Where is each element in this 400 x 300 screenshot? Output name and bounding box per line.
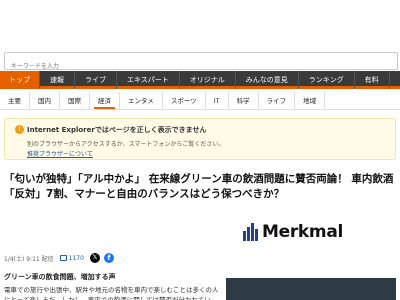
category-life[interactable]: ライフ bbox=[259, 92, 296, 109]
comment-count: 1170 bbox=[68, 254, 84, 262]
logo-mark bbox=[243, 223, 259, 241]
main-nav: トップ 速報 ライブ エキスパート オリジナル みんなの意見 ランキング 有料 bbox=[0, 71, 400, 89]
tab-top[interactable]: トップ bbox=[0, 71, 40, 89]
header-bar bbox=[0, 0, 400, 46]
ie-warning-text: 別のブラウザーからアクセスするか、スマートフォンからご覧ください。 bbox=[27, 141, 225, 148]
tab-breaking[interactable]: 速報 bbox=[40, 71, 75, 89]
category-sports[interactable]: スポーツ bbox=[163, 92, 206, 109]
ie-warning-banner: ! Internet Explorerではページを正しく表示できません 別のブラ… bbox=[4, 118, 396, 160]
category-nav: 主要 国内 国際 経済 エンタメ スポーツ IT 科学 ライフ 地域 bbox=[0, 92, 400, 110]
category-entertainment[interactable]: エンタメ bbox=[120, 92, 163, 109]
article-meta: 1/4(土) 9:11 配信 1170 𝕏 f bbox=[4, 252, 114, 264]
comment-icon bbox=[59, 255, 67, 261]
logo-text: Merkmal bbox=[262, 222, 344, 242]
section-heading: グリーン車の飲食問題、増加する声 bbox=[4, 273, 116, 281]
tab-live[interactable]: ライブ bbox=[75, 71, 117, 89]
category-science[interactable]: 科学 bbox=[229, 92, 259, 109]
tab-paid[interactable]: 有料 bbox=[355, 71, 390, 89]
warning-icon: ! bbox=[15, 125, 24, 134]
x-share-icon[interactable]: 𝕏 bbox=[89, 253, 100, 263]
category-it[interactable]: IT bbox=[206, 92, 229, 109]
tab-original[interactable]: オリジナル bbox=[180, 71, 236, 89]
tab-opinions[interactable]: みんなの意見 bbox=[236, 71, 299, 89]
ie-warning-title: Internet Explorerではページを正しく表示できません bbox=[27, 126, 207, 134]
article-photo bbox=[226, 278, 396, 300]
publish-date: 1/4(土) 9:11 配信 bbox=[4, 255, 54, 263]
category-world[interactable]: 国際 bbox=[60, 92, 90, 109]
facebook-share-icon[interactable]: f bbox=[103, 253, 114, 263]
tab-ranking[interactable]: ランキング bbox=[299, 71, 355, 89]
search-box[interactable] bbox=[4, 52, 398, 75]
article-headline: 「匂いが独特」「アル中かよ」 在来線グリーン車の飲酒問題に賛否両論！ 車内飲酒「… bbox=[4, 173, 394, 200]
category-main[interactable]: 主要 bbox=[0, 92, 30, 109]
article-body: 電車での旅行や出張中、駅弁や地元の名物を車内で楽しむことは多くの人にとって楽しみ… bbox=[4, 286, 219, 300]
comments-link[interactable]: 1170 bbox=[59, 254, 84, 262]
tab-expert[interactable]: エキスパート bbox=[117, 71, 180, 89]
category-economy[interactable]: 経済 bbox=[90, 92, 120, 109]
category-domestic[interactable]: 国内 bbox=[30, 92, 60, 109]
category-local[interactable]: 地域 bbox=[295, 92, 326, 109]
recommended-browser-link[interactable]: 推奨ブラウザーについて bbox=[27, 149, 93, 158]
merkmal-logo: Merkmal bbox=[243, 222, 343, 242]
